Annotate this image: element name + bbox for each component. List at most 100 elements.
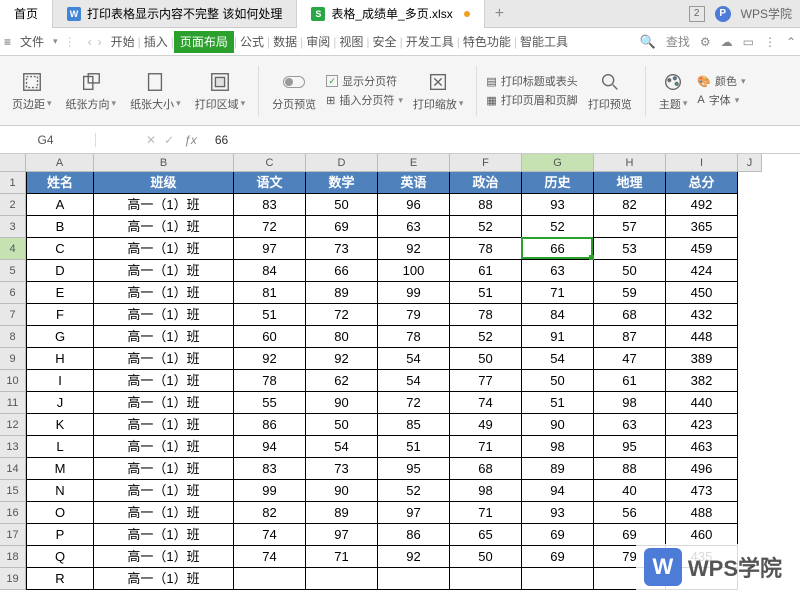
cell[interactable]: 450 xyxy=(666,282,738,304)
cell[interactable]: 78 xyxy=(450,304,522,326)
cell[interactable]: 86 xyxy=(378,524,450,546)
cell[interactable]: 69 xyxy=(306,216,378,238)
cell[interactable]: 50 xyxy=(450,348,522,370)
hamburger-icon[interactable]: ≡ xyxy=(4,35,11,49)
cell[interactable]: 66 xyxy=(306,260,378,282)
search-label[interactable]: 查找 xyxy=(666,33,690,50)
cell[interactable]: 40 xyxy=(594,480,666,502)
cell[interactable]: 政治 xyxy=(450,172,522,194)
cell[interactable]: 63 xyxy=(522,260,594,282)
cell[interactable]: 51 xyxy=(234,304,306,326)
wps-pin-icon[interactable]: P xyxy=(715,6,731,22)
cell[interactable]: 365 xyxy=(666,216,738,238)
cell[interactable]: 78 xyxy=(378,326,450,348)
cell[interactable]: 72 xyxy=(306,304,378,326)
cell[interactable] xyxy=(306,568,378,590)
cell[interactable]: 高一（1）班 xyxy=(94,480,234,502)
cell[interactable]: 高一（1）班 xyxy=(94,370,234,392)
cell[interactable]: 99 xyxy=(234,480,306,502)
cell[interactable]: 50 xyxy=(306,194,378,216)
menu-6[interactable]: 视图 xyxy=(336,33,366,51)
cell[interactable]: 54 xyxy=(522,348,594,370)
cell[interactable]: 65 xyxy=(450,524,522,546)
cell[interactable]: 57 xyxy=(594,216,666,238)
formula-input[interactable]: 66 xyxy=(215,133,228,147)
cell[interactable]: 52 xyxy=(450,216,522,238)
cell[interactable]: 高一（1）班 xyxy=(94,458,234,480)
cell[interactable]: 高一（1）班 xyxy=(94,502,234,524)
cell[interactable]: 97 xyxy=(378,502,450,524)
cell[interactable]: 97 xyxy=(306,524,378,546)
cell[interactable]: 382 xyxy=(666,370,738,392)
row-header-13[interactable]: 13 xyxy=(0,436,26,458)
row-header-16[interactable]: 16 xyxy=(0,502,26,524)
cell[interactable]: 492 xyxy=(666,194,738,216)
cell[interactable]: 49 xyxy=(450,414,522,436)
cell[interactable]: 52 xyxy=(378,480,450,502)
cell[interactable]: 61 xyxy=(594,370,666,392)
cell[interactable]: C xyxy=(26,238,94,260)
row-header-11[interactable]: 11 xyxy=(0,392,26,414)
insert-break-button[interactable]: ⊞插入分页符▾ xyxy=(326,92,403,108)
cell[interactable]: 94 xyxy=(522,480,594,502)
cell-reference[interactable]: G4 xyxy=(6,133,96,147)
cell[interactable]: 语文 xyxy=(234,172,306,194)
row-header-7[interactable]: 7 xyxy=(0,304,26,326)
cell[interactable]: 50 xyxy=(450,546,522,568)
cell[interactable]: 高一（1）班 xyxy=(94,238,234,260)
cell[interactable]: 84 xyxy=(522,304,594,326)
cell[interactable]: 54 xyxy=(378,370,450,392)
cell[interactable]: 71 xyxy=(306,546,378,568)
cell[interactable]: 83 xyxy=(234,194,306,216)
cell[interactable]: 448 xyxy=(666,326,738,348)
col-header-F[interactable]: F xyxy=(450,154,522,172)
area-button[interactable]: 打印区域▾ xyxy=(191,70,250,112)
cell[interactable]: I xyxy=(26,370,94,392)
cell[interactable]: O xyxy=(26,502,94,524)
tab-count-badge[interactable]: 2 xyxy=(689,6,705,22)
cell[interactable]: 55 xyxy=(234,392,306,414)
cell[interactable]: 91 xyxy=(522,326,594,348)
menu-5[interactable]: 审阅 xyxy=(303,33,333,51)
cell[interactable]: 68 xyxy=(450,458,522,480)
cell[interactable]: N xyxy=(26,480,94,502)
cell[interactable]: 87 xyxy=(594,326,666,348)
cell[interactable]: 高一（1）班 xyxy=(94,260,234,282)
cell[interactable]: 班级 xyxy=(94,172,234,194)
menu-3[interactable]: 公式 xyxy=(237,33,267,51)
row-header-17[interactable]: 17 xyxy=(0,524,26,546)
cell[interactable]: 高一（1）班 xyxy=(94,216,234,238)
cell[interactable]: B xyxy=(26,216,94,238)
row-header-15[interactable]: 15 xyxy=(0,480,26,502)
cell[interactable]: 94 xyxy=(234,436,306,458)
cell[interactable]: 姓名 xyxy=(26,172,94,194)
menu-7[interactable]: 安全 xyxy=(370,33,400,51)
cell[interactable]: 473 xyxy=(666,480,738,502)
cell[interactable]: 423 xyxy=(666,414,738,436)
tool-icon-1[interactable]: ⚙ xyxy=(700,35,711,49)
col-header-B[interactable]: B xyxy=(94,154,234,172)
cell[interactable]: 74 xyxy=(450,392,522,414)
cell[interactable]: 83 xyxy=(234,458,306,480)
cell[interactable]: 78 xyxy=(234,370,306,392)
cell[interactable]: 英语 xyxy=(378,172,450,194)
cell[interactable]: M xyxy=(26,458,94,480)
menu-2[interactable]: 页面布局 xyxy=(174,31,234,53)
row-header-4[interactable]: 4 xyxy=(0,238,26,260)
cell[interactable]: 88 xyxy=(594,458,666,480)
cell[interactable]: 92 xyxy=(378,238,450,260)
cell[interactable]: 56 xyxy=(594,502,666,524)
row-header-10[interactable]: 10 xyxy=(0,370,26,392)
cell[interactable]: 496 xyxy=(666,458,738,480)
file-menu[interactable]: 文件 xyxy=(17,31,47,52)
theme-button[interactable]: 主题▾ xyxy=(655,70,692,112)
cell[interactable]: 地理 xyxy=(594,172,666,194)
cell[interactable]: 72 xyxy=(378,392,450,414)
cell[interactable]: 81 xyxy=(234,282,306,304)
cell[interactable]: 50 xyxy=(522,370,594,392)
menu-0[interactable]: 开始 xyxy=(108,33,138,51)
cell[interactable]: 90 xyxy=(306,392,378,414)
cell[interactable]: 高一（1）班 xyxy=(94,194,234,216)
tab-doc1[interactable]: W 打印表格显示内容不完整 该如何处理 xyxy=(53,0,297,28)
row-header-8[interactable]: 8 xyxy=(0,326,26,348)
